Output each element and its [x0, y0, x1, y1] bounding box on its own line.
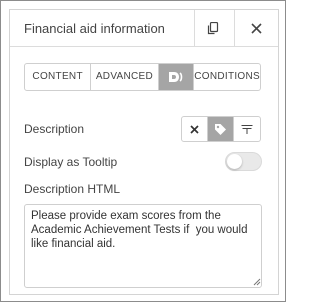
dynamic-tag-icon: [168, 72, 183, 82]
tooltip-toggle[interactable]: [225, 152, 262, 171]
description-mode-group: [181, 116, 261, 142]
copy-icon: [207, 22, 218, 35]
description-none-button[interactable]: [182, 117, 208, 141]
tab-conditions[interactable]: CONDITIONS: [194, 64, 260, 90]
none-icon: [190, 124, 199, 134]
description-tooltip-button[interactable]: [234, 117, 260, 141]
description-html-textarea[interactable]: Please provide exam scores from the Acad…: [24, 204, 262, 288]
tag-icon: [215, 123, 226, 135]
panel-title: Financial aid information: [24, 21, 165, 36]
close-icon: [251, 23, 262, 34]
resize-grip-icon[interactable]: [253, 278, 261, 286]
copy-button[interactable]: [194, 10, 230, 47]
tooltip-label: Display as Tooltip: [24, 155, 118, 169]
tab-dynamic[interactable]: [158, 64, 195, 90]
close-button[interactable]: [234, 10, 278, 47]
editor-window: Financial aid information CONTENT ADVANC…: [0, 0, 286, 302]
description-html-label: Description HTML: [24, 182, 121, 196]
description-label: Description: [24, 122, 85, 136]
tab-advanced[interactable]: ADVANCED: [91, 64, 159, 90]
tooltip-icon: [241, 124, 253, 134]
panel-header: Financial aid information: [10, 10, 278, 47]
description-tag-button[interactable]: [208, 117, 234, 141]
tab-bar: CONTENT ADVANCED CONDITIONS: [24, 63, 261, 91]
properties-panel: Financial aid information CONTENT ADVANC…: [9, 9, 279, 295]
tab-content[interactable]: CONTENT: [25, 64, 92, 90]
toggle-knob: [227, 154, 242, 169]
